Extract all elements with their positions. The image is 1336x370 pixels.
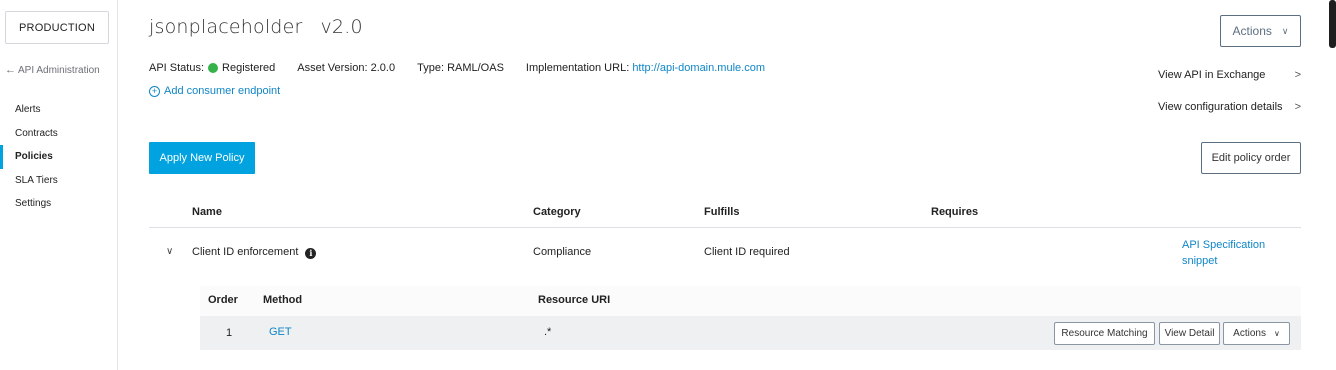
api-type: Type: RAML/OAS xyxy=(417,62,504,74)
sidebar-item-settings[interactable]: Settings xyxy=(0,192,117,216)
sidebar-nav: Alerts Contracts Policies SLA Tiers Sett… xyxy=(0,98,117,216)
implementation-url-label: Implementation URL: xyxy=(525,62,630,74)
apply-new-policy-button[interactable]: Apply New Policy xyxy=(149,142,255,174)
sidebar-item-sla-tiers[interactable]: SLA Tiers xyxy=(0,169,117,193)
resource-row: 1 GET .* Resource Matching View Detail A… xyxy=(200,316,1301,350)
sidebar: PRODUCTION ← API Administration Alerts C… xyxy=(0,0,118,370)
column-header-order: Order xyxy=(208,294,238,306)
api-status: API Status: Registered xyxy=(149,62,275,74)
status-dot-icon xyxy=(208,63,219,73)
api-type-label: Type: xyxy=(417,62,444,74)
plus-circle-icon: + xyxy=(149,85,160,97)
row-actions-button[interactable]: Actions ∨ xyxy=(1223,322,1290,345)
api-version: v2.0 xyxy=(320,16,363,38)
actions-dropdown-button[interactable]: Actions ∨ xyxy=(1220,15,1301,47)
row-actions-label: Actions xyxy=(1233,328,1266,339)
info-icon[interactable]: i xyxy=(305,247,317,259)
column-header-requires: Requires xyxy=(931,206,979,218)
resource-table-header: Order Method Resource URI xyxy=(200,286,1301,316)
edit-policy-order-button[interactable]: Edit policy order xyxy=(1201,142,1301,174)
policy-row: ∨ Client ID enforcement i Compliance Clie… xyxy=(149,228,1301,278)
asset-version-value: 2.0.0 xyxy=(370,62,396,74)
page-title: jsonplaceholder v2.0 xyxy=(149,16,363,38)
column-header-method: Method xyxy=(263,294,303,306)
chevron-right-icon: > xyxy=(1294,69,1301,81)
view-detail-button[interactable]: View Detail xyxy=(1159,322,1220,345)
api-specification-snippet-link[interactable]: API Specification snippet xyxy=(1182,237,1292,269)
column-header-resource-uri: Resource URI xyxy=(538,294,611,306)
api-type-value: RAML/OAS xyxy=(447,62,504,74)
vertical-scrollbar[interactable] xyxy=(1329,0,1336,48)
sidebar-item-alerts[interactable]: Alerts xyxy=(0,98,117,122)
sidebar-item-policies[interactable]: Policies xyxy=(0,145,117,169)
add-consumer-endpoint-label: Add consumer endpoint xyxy=(164,85,281,97)
resource-method-link[interactable]: GET xyxy=(269,326,292,338)
view-api-in-exchange-label: View API in Exchange xyxy=(1158,69,1266,81)
side-links: View API in Exchange > View configuratio… xyxy=(1158,68,1301,132)
sidebar-item-contracts[interactable]: Contracts xyxy=(0,122,117,146)
add-consumer-endpoint-link[interactable]: + Add consumer endpoint xyxy=(149,85,280,97)
view-api-in-exchange-link[interactable]: View API in Exchange > xyxy=(1158,68,1301,82)
view-configuration-details-link[interactable]: View configuration details > xyxy=(1158,100,1301,114)
column-header-category: Category xyxy=(533,206,581,218)
asset-version: Asset Version: 2.0.0 xyxy=(297,62,395,74)
view-configuration-details-label: View configuration details xyxy=(1158,101,1283,113)
chevron-down-icon: ∨ xyxy=(1273,329,1280,338)
asset-version-label: Asset Version: xyxy=(297,62,368,74)
policy-category: Compliance xyxy=(533,246,592,258)
environment-button[interactable]: PRODUCTION xyxy=(5,11,109,44)
resource-uri: .* xyxy=(544,326,552,338)
policy-fulfills: Client ID required xyxy=(704,246,790,258)
resource-order: 1 xyxy=(226,327,233,339)
expand-chevron-icon[interactable]: ∨ xyxy=(166,246,173,257)
policy-name: Client ID enforcement i xyxy=(192,246,317,259)
policy-table-header: Name Category Fulfills Requires xyxy=(149,198,1301,228)
chevron-right-icon: > xyxy=(1294,101,1301,113)
api-meta-info: API Status: Registered Asset Version: 2.… xyxy=(149,62,787,74)
implementation-url: Implementation URL: http://api-domain.mu… xyxy=(526,62,765,74)
actions-label: Actions xyxy=(1232,24,1272,38)
back-link-label: API Administration xyxy=(18,64,100,76)
resource-matching-button[interactable]: Resource Matching xyxy=(1054,322,1155,345)
api-name: jsonplaceholder xyxy=(149,16,303,38)
implementation-url-link[interactable]: http://api-domain.mule.com xyxy=(632,62,765,74)
back-to-api-administration-link[interactable]: ← API Administration xyxy=(5,64,100,76)
column-header-fulfills: Fulfills xyxy=(704,206,740,218)
column-header-name: Name xyxy=(192,206,222,218)
api-status-label: API Status: xyxy=(149,62,205,74)
chevron-down-icon: ∨ xyxy=(1281,25,1289,36)
policy-name-text: Client ID enforcement xyxy=(192,246,299,258)
api-status-value: Registered xyxy=(222,62,276,74)
arrow-left-icon: ← xyxy=(5,64,16,76)
